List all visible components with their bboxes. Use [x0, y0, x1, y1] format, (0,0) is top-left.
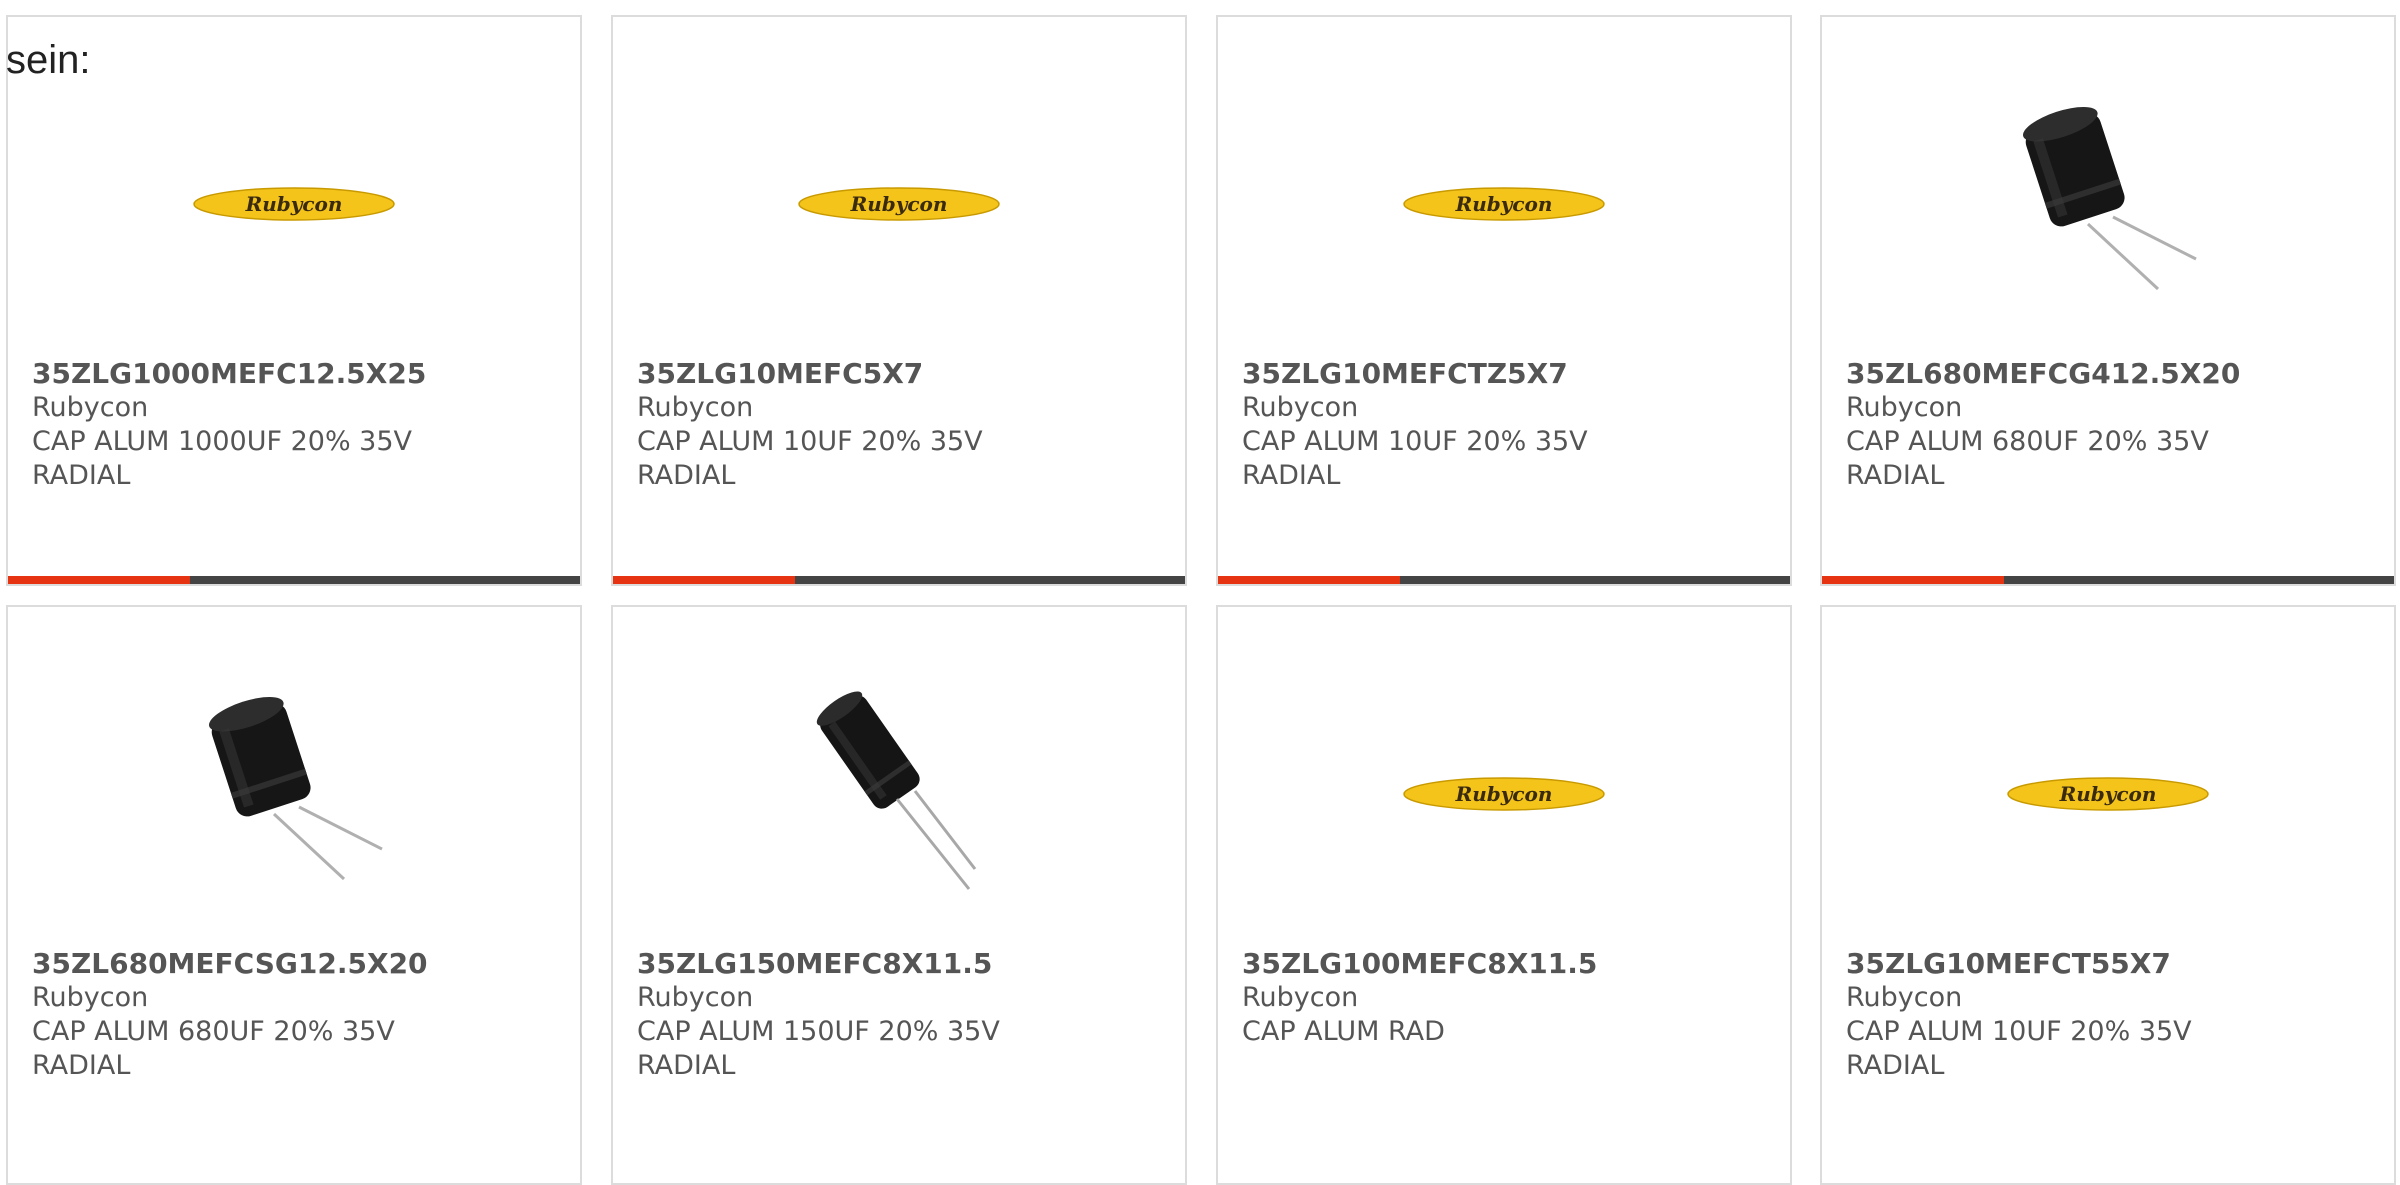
capacitor-icon — [209, 697, 383, 881]
intro-text: sein: — [6, 38, 91, 82]
product-image: Rubycon — [1218, 69, 1790, 339]
svg-text:Rubycon: Rubycon — [1455, 192, 1553, 216]
product-card[interactable]: 35ZLG150MEFC8X11.5 Rubycon CAP ALUM 150U… — [611, 605, 1187, 1185]
rubycon-logo-icon: Rubycon — [798, 187, 1000, 221]
manufacturer: Rubycon — [1242, 392, 1359, 423]
product-image: Rubycon — [8, 69, 580, 339]
svg-text:Rubycon: Rubycon — [1455, 782, 1553, 806]
card-bottom-bar — [8, 576, 580, 584]
product-card[interactable]: 35ZL680MEFCSG12.5X20 Rubycon CAP ALUM 68… — [6, 605, 582, 1185]
product-image — [8, 659, 580, 929]
product-image: Rubycon — [1218, 659, 1790, 929]
part-number[interactable]: 35ZL680MEFCG412.5X20 — [1846, 357, 2374, 391]
card-accent-bar — [1822, 576, 2004, 584]
description: CAP ALUM RAD — [1242, 1016, 1445, 1047]
capacitor-icon — [2023, 107, 2197, 291]
description-line2: RADIAL — [1846, 460, 1945, 491]
product-card[interactable]: Rubycon 35ZLG10MEFCT55X7 Rubycon CAP ALU… — [1820, 605, 2396, 1185]
card-accent-bar — [613, 576, 795, 584]
manufacturer: Rubycon — [32, 392, 149, 423]
card-bottom-bar — [1218, 576, 1790, 584]
description-line2: RADIAL — [1242, 460, 1341, 491]
description-line2: RADIAL — [32, 460, 131, 491]
description-line2: RADIAL — [1846, 1050, 1945, 1081]
capacitor-icon — [816, 691, 977, 890]
manufacturer: Rubycon — [637, 982, 754, 1013]
part-number[interactable]: 35ZL680MEFCSG12.5X20 — [32, 947, 560, 981]
svg-text:Rubycon: Rubycon — [2059, 782, 2157, 806]
description: CAP ALUM 1000UF 20% 35V — [32, 426, 413, 457]
description: CAP ALUM 680UF 20% 35V — [32, 1016, 395, 1047]
description-line2: RADIAL — [637, 1050, 736, 1081]
rubycon-logo-icon: Rubycon — [1403, 777, 1605, 811]
svg-text:Rubycon: Rubycon — [850, 192, 948, 216]
part-number[interactable]: 35ZLG150MEFC8X11.5 — [637, 947, 1165, 981]
description: CAP ALUM 10UF 20% 35V — [1242, 426, 1588, 457]
description: CAP ALUM 10UF 20% 35V — [637, 426, 983, 457]
description: CAP ALUM 10UF 20% 35V — [1846, 1016, 2192, 1047]
manufacturer: Rubycon — [637, 392, 754, 423]
description-line2: RADIAL — [32, 1050, 131, 1081]
svg-text:Rubycon: Rubycon — [245, 192, 343, 216]
rubycon-logo-icon: Rubycon — [1403, 187, 1605, 221]
product-image: Rubycon — [1822, 659, 2394, 929]
part-number[interactable]: 35ZLG100MEFC8X11.5 — [1242, 947, 1770, 981]
product-image — [1822, 69, 2394, 339]
part-number[interactable]: 35ZLG10MEFC5X7 — [637, 357, 1165, 391]
manufacturer: Rubycon — [32, 982, 149, 1013]
product-card[interactable]: Rubycon 35ZLG10MEFC5X7 Rubycon CAP ALUM … — [611, 15, 1187, 586]
rubycon-logo-icon: Rubycon — [2007, 777, 2209, 811]
description: CAP ALUM 680UF 20% 35V — [1846, 426, 2209, 457]
card-accent-bar — [1218, 576, 1400, 584]
card-bottom-bar — [1822, 576, 2394, 584]
part-number[interactable]: 35ZLG1000MEFC12.5X25 — [32, 357, 560, 391]
product-card[interactable]: Rubycon 35ZLG100MEFC8X11.5 Rubycon CAP A… — [1216, 605, 1792, 1185]
product-image — [613, 659, 1185, 929]
product-card[interactable]: 35ZL680MEFCG412.5X20 Rubycon CAP ALUM 68… — [1820, 15, 2396, 586]
manufacturer: Rubycon — [1846, 392, 1963, 423]
description: CAP ALUM 150UF 20% 35V — [637, 1016, 1000, 1047]
card-accent-bar — [8, 576, 190, 584]
card-bottom-bar — [613, 576, 1185, 584]
description-line2: RADIAL — [637, 460, 736, 491]
part-number[interactable]: 35ZLG10MEFCTZ5X7 — [1242, 357, 1770, 391]
manufacturer: Rubycon — [1242, 982, 1359, 1013]
rubycon-logo-icon: Rubycon — [193, 187, 395, 221]
product-card[interactable]: Rubycon 35ZLG10MEFCTZ5X7 Rubycon CAP ALU… — [1216, 15, 1792, 586]
part-number[interactable]: 35ZLG10MEFCT55X7 — [1846, 947, 2374, 981]
product-image: Rubycon — [613, 69, 1185, 339]
manufacturer: Rubycon — [1846, 982, 1963, 1013]
product-card[interactable]: Rubycon 35ZLG1000MEFC12.5X25 Rubycon CAP… — [6, 15, 582, 586]
